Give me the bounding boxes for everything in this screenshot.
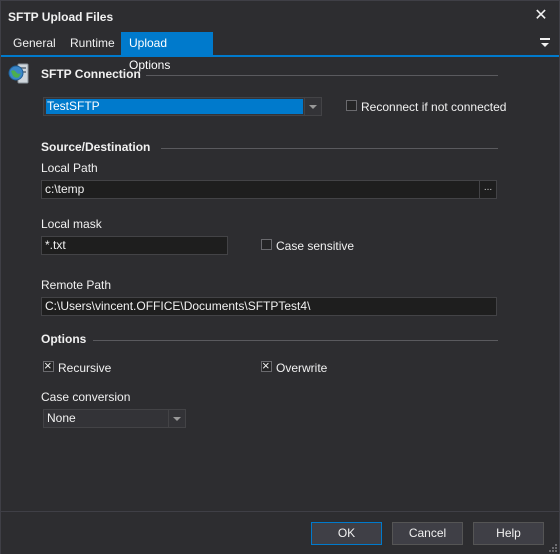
reconnect-checkbox[interactable] <box>346 100 357 111</box>
server-globe-icon <box>8 63 29 84</box>
help-button[interactable]: Help <box>473 522 544 545</box>
sftp-connection-title: SFTP Connection <box>41 67 141 81</box>
case-conversion-value: None <box>47 411 76 425</box>
tab-runtime[interactable]: Runtime <box>62 32 123 55</box>
resize-grip-icon[interactable] <box>549 544 557 552</box>
dialog-window: SFTP Upload Files ✕ General Runtime Uplo… <box>0 0 560 554</box>
case-conversion-select[interactable]: None <box>43 409 186 428</box>
overwrite-label: Overwrite <box>276 361 328 375</box>
chevron-down-icon[interactable] <box>304 98 321 115</box>
ok-button[interactable]: OK <box>311 522 382 545</box>
upload-options-panel: SFTP Connection TestSFTP Reconnect if no… <box>1 57 559 511</box>
divider <box>146 75 498 76</box>
selected-connection: TestSFTP <box>46 99 303 114</box>
divider <box>161 148 498 149</box>
local-path-input[interactable]: c:\temp ... <box>41 180 497 199</box>
source-destination-title: Source/Destination <box>41 140 151 154</box>
local-path-value: c:\temp <box>45 182 85 196</box>
close-icon[interactable]: ✕ <box>531 6 551 26</box>
recursive-checkbox[interactable] <box>43 358 54 373</box>
remote-path-input[interactable]: C:\Users\vincent.OFFICE\Documents\SFTPTe… <box>41 297 497 316</box>
local-mask-label: Local mask <box>41 217 102 231</box>
tab-bar: General Runtime Upload Options <box>1 32 559 72</box>
dialog-footer: OK Cancel Help <box>1 511 559 554</box>
tab-general[interactable]: General <box>5 32 64 55</box>
remote-path-label: Remote Path <box>41 278 112 292</box>
cancel-button[interactable]: Cancel <box>392 522 463 545</box>
window-title: SFTP Upload Files <box>8 10 114 24</box>
chevron-down-icon[interactable] <box>168 410 185 427</box>
reconnect-label: Reconnect if not connected <box>361 100 507 114</box>
local-path-label: Local Path <box>41 161 98 175</box>
title-bar: SFTP Upload Files ✕ <box>1 1 559 32</box>
options-title: Options <box>41 332 87 346</box>
tab-upload-options[interactable]: Upload Options <box>121 32 213 72</box>
sftp-connection-select[interactable]: TestSFTP <box>43 97 322 116</box>
recursive-label: Recursive <box>58 361 112 375</box>
case-sensitive-label: Case sensitive <box>276 239 355 253</box>
case-conversion-label: Case conversion <box>41 390 131 404</box>
case-sensitive-checkbox[interactable] <box>261 239 272 250</box>
local-mask-input[interactable]: *.txt <box>41 236 228 255</box>
menu-dropdown-icon[interactable] <box>539 36 551 50</box>
divider <box>93 340 498 341</box>
browse-button[interactable]: ... <box>479 181 496 198</box>
overwrite-checkbox[interactable] <box>261 358 272 373</box>
